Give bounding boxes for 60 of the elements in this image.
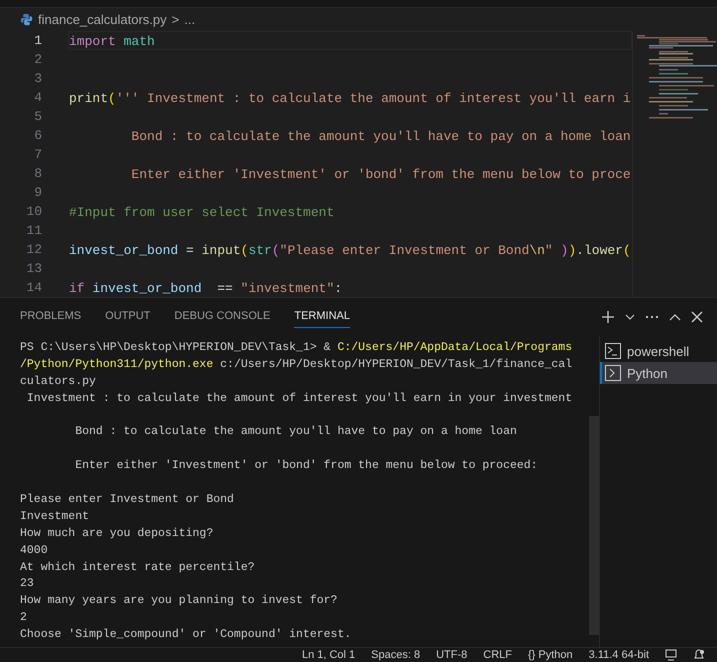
terminal-line: Bond : to calculate the amount you'll have to pay on a home loan — [74, 424, 518, 440]
terminal-line: At which interest rate percentile? — [20, 560, 256, 576]
terminal-line: PS C:\Users\HP\Desktop\HYPERION_DEV\Task_1> & C:/Users/HP/AppData/Local/Programs — [20, 340, 574, 356]
chevron-down-icon[interactable] — [625, 313, 635, 321]
line-number: 13 — [25, 260, 42, 278]
terminal-line: 2 — [20, 610, 28, 626]
status-item[interactable]: CRLF — [483, 648, 512, 662]
code-line: invest_or_bond = input(str("Please enter Investment or Bond\n" )).lower( — [68, 242, 632, 259]
terminal-line: culators.py — [20, 374, 97, 390]
terminal-icon — [605, 343, 621, 359]
status-item[interactable]: Spaces: 8 — [371, 648, 420, 662]
line-number: 5 — [33, 108, 42, 126]
line-number: 12 — [25, 241, 42, 259]
panel-tab[interactable]: TERMINAL — [294, 306, 350, 328]
code-line: if invest_or_bond == "investment": — [68, 280, 344, 297]
breadcrumb-separator: > — [172, 12, 180, 27]
chevron-up-icon[interactable] — [669, 313, 681, 321]
terminal-line: Investment — [20, 508, 90, 525]
panel-tab[interactable]: DEBUG CONSOLE — [174, 306, 270, 328]
bell-icon[interactable] — [693, 649, 705, 661]
line-number: 11 — [25, 222, 42, 240]
line-number: 8 — [33, 165, 42, 183]
terminal-list-item[interactable]: Python — [600, 362, 717, 384]
more-icon[interactable] — [645, 315, 659, 319]
terminal-line: /Python/Python311/python.exe c:/Users/HP/Desktop/HYPERION_DEV/Task_1/finance_cal — [20, 356, 574, 373]
terminal-list-item[interactable]: powershell — [600, 340, 717, 362]
line-number: 10 — [25, 203, 42, 221]
code-line: print(''' Investment : to calculate the amount of interest you'll earn i — [68, 90, 632, 107]
terminal-line: How much are you depositing? — [20, 526, 214, 542]
terminal-line: Choose 'Simple_compound' or 'Compound' interest. — [20, 627, 352, 644]
status-item[interactable]: Ln 1, Col 1 — [302, 648, 356, 662]
code-line: Enter either 'Investment' or 'bond' from the menu below to proce — [130, 166, 632, 183]
feedback-icon[interactable] — [665, 649, 677, 661]
interpreter-version[interactable]: 3.11.4 64-bit — [588, 648, 649, 662]
breadcrumb-more[interactable]: ... — [184, 12, 196, 27]
panel-tab[interactable]: OUTPUT — [105, 306, 150, 328]
breadcrumb-file[interactable]: finance_calculators.py — [38, 12, 167, 27]
close-icon[interactable] — [691, 311, 703, 323]
plus-icon[interactable] — [601, 310, 615, 324]
panel-tab[interactable]: PROBLEMS — [20, 306, 82, 328]
terminal-line: 4000 — [20, 542, 49, 559]
line-number: 9 — [33, 184, 42, 202]
python-file-icon — [20, 13, 33, 26]
terminal-line: Investment : to calculate the amount of interest you'll earn in your investment — [26, 390, 574, 407]
line-number: 3 — [33, 70, 42, 88]
line-number: 1 — [33, 32, 42, 50]
line-number: 6 — [33, 127, 42, 145]
terminal-line: Enter either 'Investment' or 'bond' from the menu below to proceed: — [74, 458, 539, 474]
language-mode[interactable]: {} Python — [528, 648, 573, 662]
line-number: 14 — [25, 279, 42, 297]
line-number: 2 — [33, 51, 42, 69]
line-number: 4 — [33, 89, 42, 107]
terminal-line: 23 — [20, 576, 35, 592]
line-number: 7 — [33, 146, 42, 164]
terminal-line: How many years are you planning to invest for? — [20, 593, 338, 610]
terminal-icon — [605, 365, 621, 381]
code-line: Bond : to calculate the amount you'll have to pay on a home loan — [130, 128, 632, 145]
code-line: #Input from user select Investment — [68, 204, 336, 221]
status-item[interactable]: UTF-8 — [436, 648, 468, 662]
terminal-line: Please enter Investment or Bond — [20, 492, 235, 508]
